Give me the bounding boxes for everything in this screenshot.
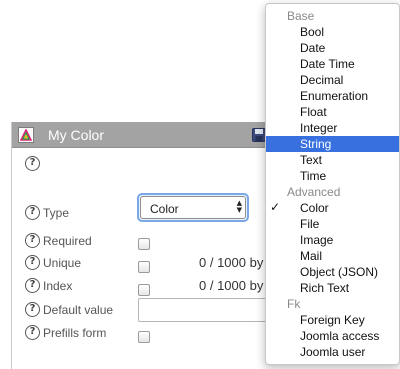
required-label: Required (43, 234, 92, 248)
help-icon[interactable]: ? (25, 156, 40, 171)
unique-checkbox[interactable] (138, 261, 150, 273)
type-select-value: Color (150, 202, 179, 216)
help-icon[interactable]: ? (25, 325, 40, 340)
help-icon[interactable]: ? (25, 255, 40, 270)
menu-item-time[interactable]: Time (266, 168, 399, 184)
checkmark-icon: ✓ (270, 200, 281, 214)
menu-group-advanced: Advanced (287, 185, 341, 199)
menu-item-foreign-key[interactable]: Foreign Key (266, 312, 399, 328)
menu-item-object-json[interactable]: Object (JSON) (266, 264, 399, 280)
menu-item-bool[interactable]: Bool (266, 24, 399, 40)
menu-item-joomla-access[interactable]: Joomla access (266, 328, 399, 344)
menu-item-float[interactable]: Float (266, 104, 399, 120)
menu-group-fk: Fk (287, 297, 301, 311)
color-type-icon (18, 127, 34, 143)
menu-item-rich-text[interactable]: Rich Text (266, 280, 399, 296)
type-label: Type (43, 206, 70, 220)
save-icon[interactable] (252, 128, 266, 142)
prefills-form-label: Prefills form (43, 326, 107, 340)
help-icon[interactable]: ? (25, 302, 40, 317)
menu-item-date[interactable]: Date (266, 40, 399, 56)
required-checkbox[interactable] (138, 238, 150, 250)
type-select[interactable]: Color ▲ ▼ (137, 193, 249, 222)
menu-item-enumeration[interactable]: Enumeration (266, 88, 399, 104)
default-value-label: Default value (43, 303, 114, 317)
help-icon[interactable]: ? (25, 278, 40, 293)
menu-item-text[interactable]: Text (266, 152, 399, 168)
unique-counter: 0 / 1000 by (199, 255, 264, 270)
help-icon[interactable]: ? (25, 205, 40, 220)
menu-item-joomla-user[interactable]: Joomla user (266, 344, 399, 360)
menu-group-base: Base (287, 9, 315, 23)
menu-item-mail[interactable]: Mail (266, 248, 399, 264)
panel-title: My Color (48, 127, 105, 143)
type-dropdown-menu: Base Bool Date Date Time Decimal Enumera… (265, 3, 400, 365)
menu-item-file[interactable]: File (266, 216, 399, 232)
menu-item-integer[interactable]: Integer (266, 120, 399, 136)
menu-item-date-time[interactable]: Date Time (266, 56, 399, 72)
index-label: Index (43, 279, 73, 293)
index-checkbox[interactable] (138, 284, 150, 296)
menu-item-color[interactable]: ✓ Color (266, 200, 399, 216)
prefills-form-checkbox[interactable] (138, 331, 150, 343)
menu-item-string[interactable]: String (266, 136, 399, 152)
select-arrows-icon: ▲ ▼ (236, 199, 242, 214)
index-counter: 0 / 1000 by (199, 278, 264, 293)
help-icon[interactable]: ? (25, 233, 40, 248)
menu-item-image[interactable]: Image (266, 232, 399, 248)
unique-label: Unique (43, 256, 82, 270)
menu-item-decimal[interactable]: Decimal (266, 72, 399, 88)
